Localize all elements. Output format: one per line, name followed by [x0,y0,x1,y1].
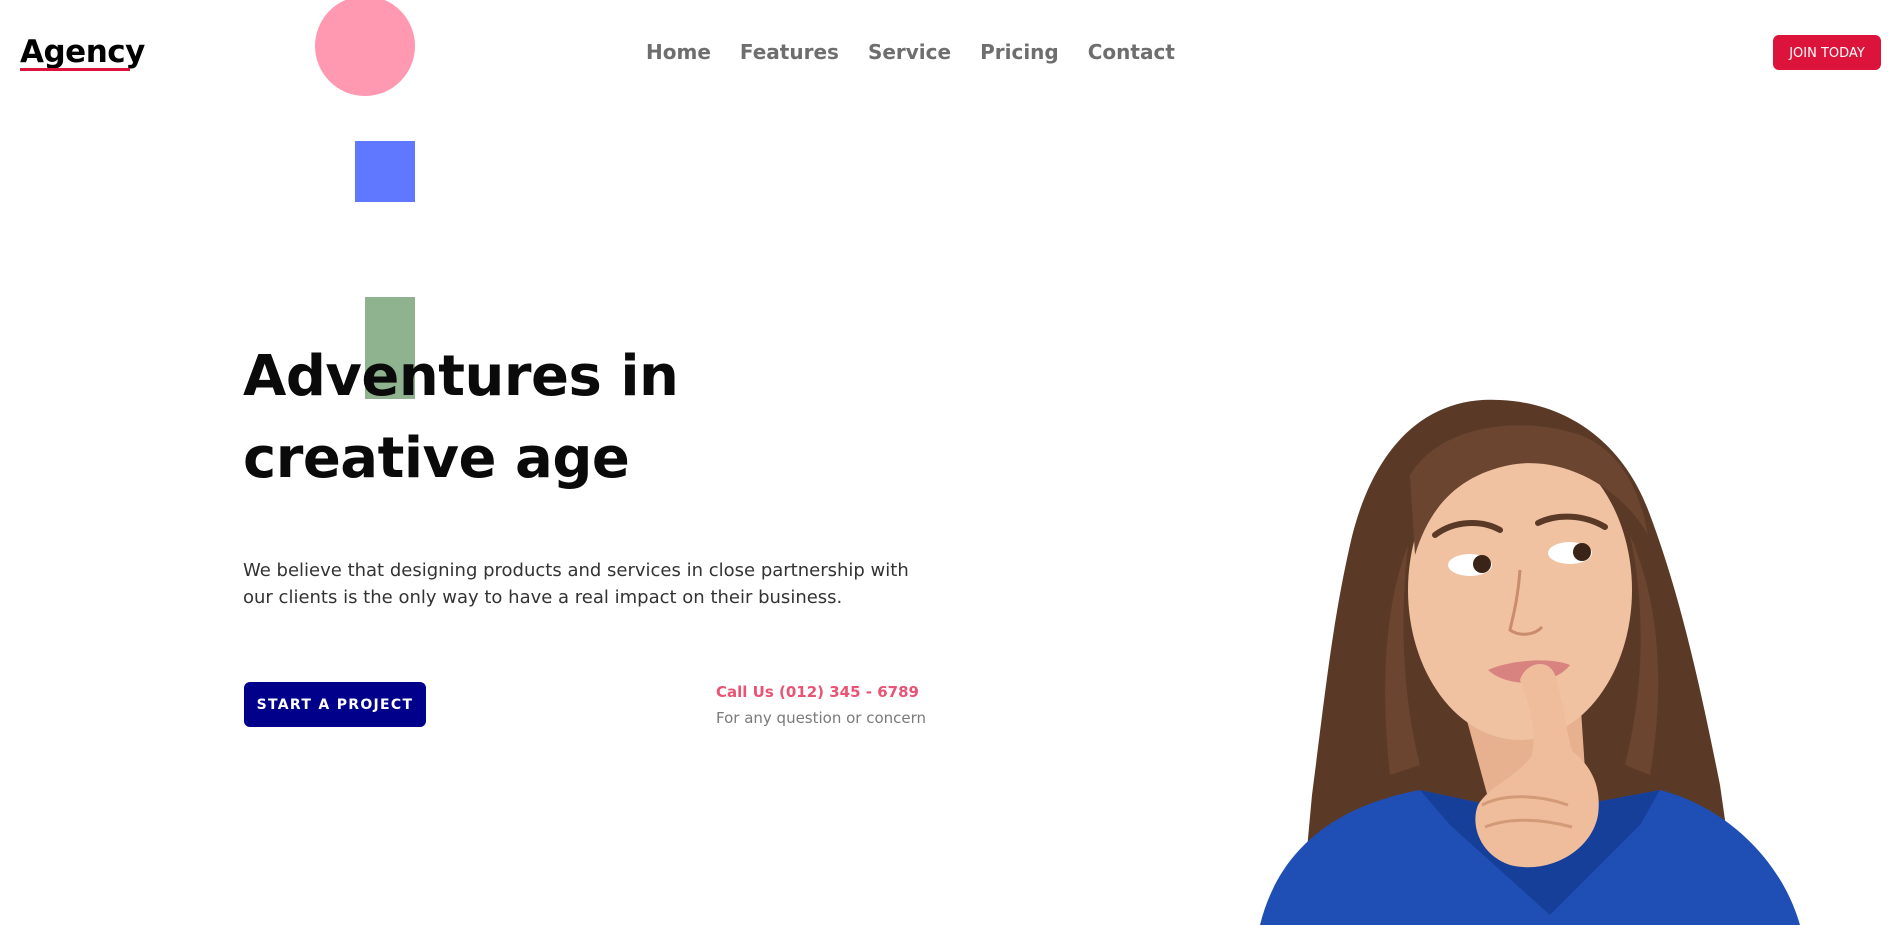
nav-home[interactable]: Home [646,40,711,64]
nav-features[interactable]: Features [740,40,839,64]
hero-title: Adventures in creative age [243,344,679,491]
nav-pricing[interactable]: Pricing [980,40,1059,64]
page: Agency Home Features Service Pricing Con… [0,0,1895,925]
logo-underline [20,68,130,71]
decorative-square [355,141,415,202]
woman-thinking-illustration [1260,399,1800,925]
start-project-button[interactable]: START A PROJECT [244,682,426,727]
logo[interactable]: Agency [20,34,145,70]
join-today-button[interactable]: JOIN TODAY [1773,35,1881,70]
main-nav: Home Features Service Pricing Contact [646,40,1204,64]
call-subtitle: For any question or concern [716,709,927,727]
nav-contact[interactable]: Contact [1088,40,1175,64]
hero-description: We believe that designing products and s… [243,560,909,608]
call-us-link[interactable]: Call Us (012) 345 - 6789 [716,683,919,701]
nav-service[interactable]: Service [868,40,951,64]
decorative-circle [315,0,415,96]
